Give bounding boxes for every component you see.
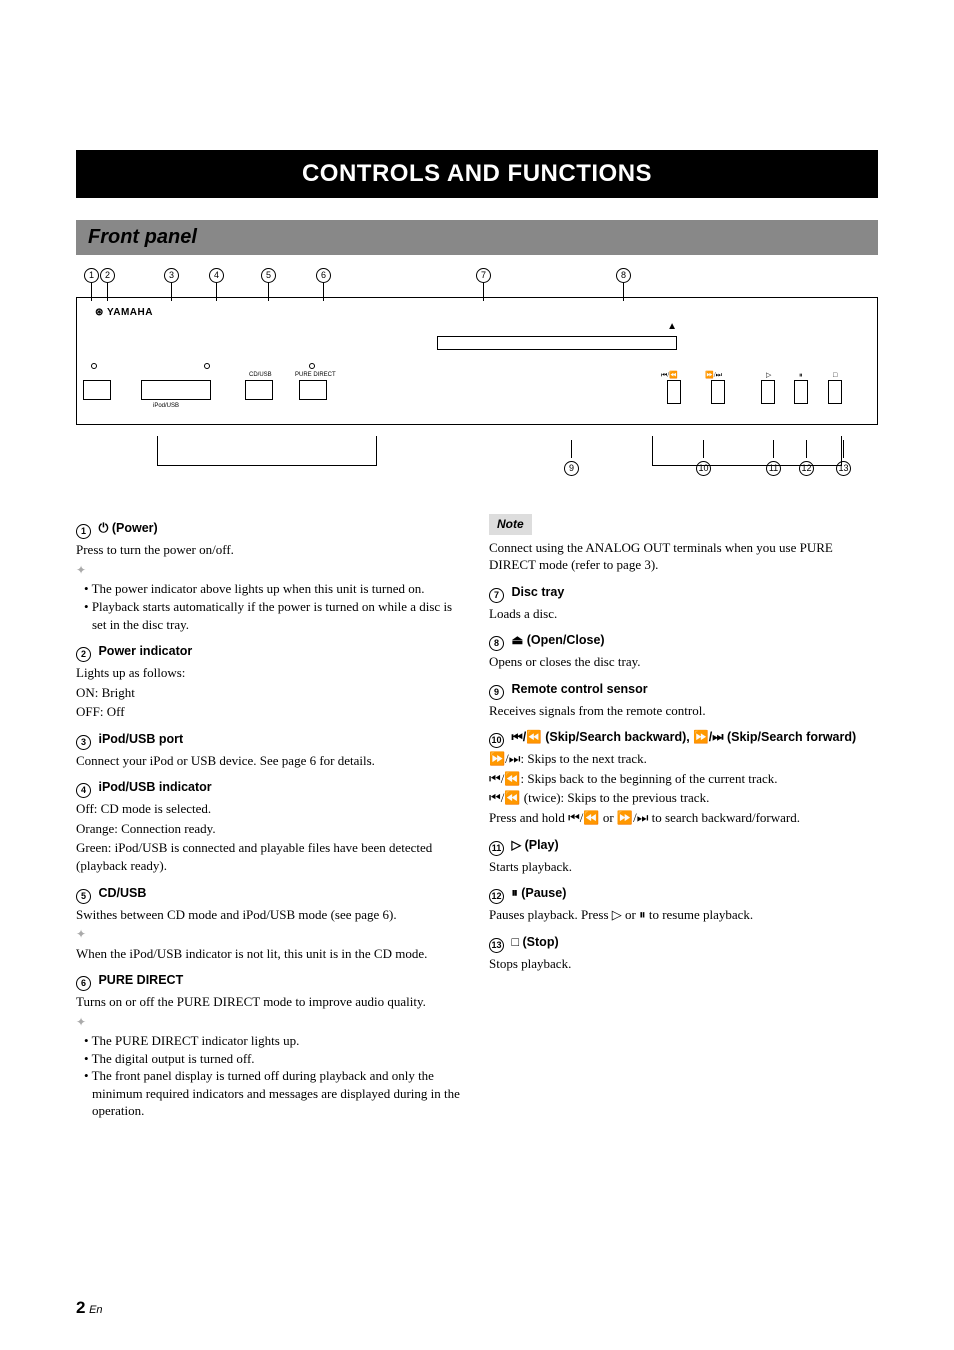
callout-7: 7 <box>476 268 491 283</box>
callout-6: 6 <box>316 268 331 283</box>
ipod-usb-label: iPod/USB <box>153 402 179 410</box>
skip-fwd-button[interactable] <box>711 380 725 404</box>
callout-11: 11 <box>766 461 781 476</box>
item-11-icon: ▷ <box>511 838 521 852</box>
cd-usb-button[interactable] <box>245 380 273 400</box>
callout-10: 10 <box>696 461 711 476</box>
item-7-body: Loads a disc. <box>489 605 878 623</box>
note-body: Connect using the ANALOG OUT terminals w… <box>489 539 878 574</box>
item-1-bullets: The power indicator above lights up when… <box>76 580 465 633</box>
item-12-head: 12 ⏸ (Pause) <box>489 885 878 904</box>
eject-icon: ▲ <box>667 320 677 334</box>
item-10-line: ⏮/⏪ (twice): Skips to the previous track… <box>489 789 878 807</box>
item-8-icon: ⏏ <box>511 633 523 647</box>
bracket-left <box>157 436 377 466</box>
device-outline: ⊛ YAMAHA iPod/USB CD/USB PURE DIRECT ▲ ⏮… <box>76 297 878 425</box>
item-6-body: Turns on or off the PURE DIRECT mode to … <box>76 993 465 1011</box>
item-4-line: Green: iPod/USB is connected and playabl… <box>76 839 465 874</box>
item-11-head: 11 ▷ (Play) <box>489 837 878 856</box>
item-2-line: Lights up as follows: <box>76 664 465 682</box>
pure-direct-button[interactable] <box>299 380 327 400</box>
callout-3: 3 <box>164 268 179 283</box>
item-7-head: 7 Disc tray <box>489 584 878 603</box>
power-button[interactable] <box>83 380 111 400</box>
item-3-body: Connect your iPod or USB device. See pag… <box>76 752 465 770</box>
item-10-line: ⏮/⏪: Skips back to the beginning of the … <box>489 770 878 788</box>
item-1-head: 1 ⏻ (Power) <box>76 520 465 539</box>
callout-2: 2 <box>100 268 115 283</box>
item-11-body: Starts playback. <box>489 858 878 876</box>
item-8-head: 8 ⏏ (Open/Close) <box>489 632 878 651</box>
item-5-body: Swithes between CD mode and iPod/USB mod… <box>76 906 465 924</box>
item-5-head: 5 CD/USB <box>76 885 465 904</box>
left-column: 1 ⏻ (Power) Press to turn the power on/of… <box>76 510 465 1120</box>
skip-back-button[interactable] <box>667 380 681 404</box>
item-12-icon: ⏸ <box>511 886 517 900</box>
ipod-usb-indicator-led <box>204 363 210 369</box>
item-12-body: Pauses playback. Press ▷ or ⏸ to resume … <box>489 906 878 924</box>
item-5-tip: When the iPod/USB indicator is not lit, … <box>76 945 465 963</box>
callout-4: 4 <box>209 268 224 283</box>
pure-direct-indicator-led <box>309 363 315 369</box>
note-label: Note <box>489 514 532 534</box>
callout-8: 8 <box>616 268 631 283</box>
item-2-line: OFF: Off <box>76 703 465 721</box>
tip-icon <box>76 925 465 943</box>
item-9-head: 9 Remote control sensor <box>489 681 878 700</box>
section-title: Front panel <box>76 220 878 255</box>
right-column: Note Connect using the ANALOG OUT termina… <box>489 510 878 1120</box>
item-3-head: 3 iPod/USB port <box>76 731 465 750</box>
page-number: 2 En <box>76 1297 103 1320</box>
pause-button[interactable] <box>794 380 808 404</box>
play-button[interactable] <box>761 380 775 404</box>
callout-9: 9 <box>564 461 579 476</box>
brand-logo: ⊛ YAMAHA <box>95 306 153 320</box>
item-10-line: ⏩/⏭: Skips to the next track. <box>489 750 878 768</box>
power-indicator-led <box>91 363 97 369</box>
item-2-head: 2 Power indicator <box>76 643 465 662</box>
callout-12: 12 <box>799 461 814 476</box>
item-4-line: Off: CD mode is selected. <box>76 800 465 818</box>
ipod-usb-port[interactable] <box>141 380 211 400</box>
item-6-head: 6 PURE DIRECT <box>76 972 465 991</box>
tip-icon <box>76 561 465 579</box>
main-title: CONTROLS AND FUNCTIONS <box>76 150 878 198</box>
stop-button[interactable] <box>828 380 842 404</box>
item-4-line: Orange: Connection ready. <box>76 820 465 838</box>
item-9-body: Receives signals from the remote control… <box>489 702 878 720</box>
item-4-head: 4 iPod/USB indicator <box>76 779 465 798</box>
item-1-icon: ⏻ <box>98 521 108 535</box>
item-10-line: Press and hold ⏮/⏪ or ⏩/⏭ to search back… <box>489 809 878 827</box>
item-13-body: Stops playback. <box>489 955 878 973</box>
tip-icon <box>76 1013 465 1031</box>
disc-tray[interactable] <box>437 336 677 350</box>
callout-1: 1 <box>84 268 99 283</box>
item-10-head: 10 ⏮/⏪ (Skip/Search backward), ⏩/⏭ (Skip… <box>489 729 878 748</box>
cd-usb-label: CD/USB <box>249 371 272 379</box>
item-2-line: ON: Bright <box>76 684 465 702</box>
item-13-icon: □ <box>511 935 519 949</box>
callout-5: 5 <box>261 268 276 283</box>
callout-13: 13 <box>836 461 851 476</box>
item-6-bullets: The PURE DIRECT indicator lights up.The … <box>76 1032 465 1120</box>
pure-direct-label: PURE DIRECT <box>295 371 336 379</box>
item-13-head: 13 □ (Stop) <box>489 934 878 953</box>
front-panel-diagram: 12 3 4 5 6 7 8 ⊛ YAMAHA iPod/USB CD/USB PURE D… <box>76 265 878 480</box>
item-8-body: Opens or closes the disc tray. <box>489 653 878 671</box>
item-1-body: Press to turn the power on/off. <box>76 541 465 559</box>
